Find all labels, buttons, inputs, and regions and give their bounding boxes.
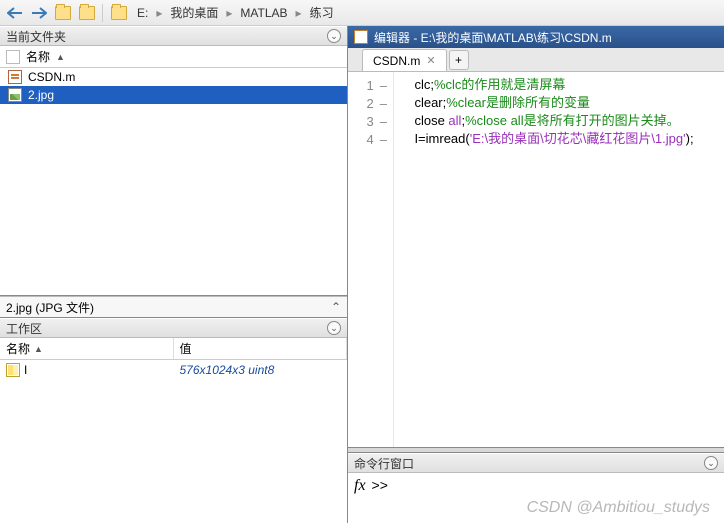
code-editor[interactable]: 1–2–3–4– clc;%clc的作用就是清屏幕 clear;%clear是删…	[348, 72, 724, 447]
right-column: 编辑器 - E:\我的桌面\MATLAB\练习\CSDN.m CSDN.m ✕ …	[348, 26, 724, 523]
crumb-item[interactable]: 练习	[306, 4, 338, 21]
tab-label: CSDN.m	[373, 54, 420, 68]
col-name-header[interactable]: 名称▲	[0, 338, 174, 359]
workspace-header[interactable]: 工作区 ⌄	[0, 318, 347, 338]
current-folder-header[interactable]: 当前文件夹 ⌄	[0, 26, 347, 46]
command-window-header[interactable]: 命令行窗口 ⌄	[348, 453, 724, 473]
fx-icon[interactable]: fx	[354, 477, 366, 495]
panel-menu-button[interactable]: ⌄	[704, 456, 718, 470]
code-body[interactable]: clc;%clc的作用就是清屏幕 clear;%clear是删除所有的变量 cl…	[394, 72, 724, 447]
file-name: CSDN.m	[28, 70, 75, 84]
folder-icon	[79, 6, 95, 20]
back-button[interactable]	[4, 3, 26, 23]
drive-icon	[111, 6, 127, 20]
workspace-panel: 工作区 ⌄ 名称▲ 值 I 576x1024x3 uint8	[0, 318, 347, 523]
command-prompt: >>	[372, 477, 388, 493]
crumb-item[interactable]: 我的桌面	[166, 4, 222, 21]
file-row-selected[interactable]: 2.jpg	[0, 86, 347, 104]
chevron-right-icon: ▸	[152, 6, 166, 20]
expand-icon[interactable]: ⌃	[331, 300, 341, 314]
image-file-icon	[8, 88, 22, 102]
current-folder-panel: 当前文件夹 ⌄ 名称 ▲ CSDN.m 2.jpg	[0, 26, 347, 296]
command-window-body[interactable]: fx >>	[348, 473, 724, 523]
blank-file-icon	[6, 50, 20, 64]
column-name-label: 名称	[26, 48, 50, 65]
file-details-text: 2.jpg (JPG 文件)	[6, 299, 94, 316]
workspace-row[interactable]: I 576x1024x3 uint8	[0, 360, 347, 380]
var-name-cell: I	[0, 360, 174, 380]
workspace-table-header[interactable]: 名称▲ 值	[0, 338, 347, 360]
var-value-cell: 576x1024x3 uint8	[174, 360, 348, 380]
editor-icon	[354, 30, 368, 44]
panel-title: 工作区	[6, 320, 42, 337]
file-list[interactable]: CSDN.m 2.jpg	[0, 68, 347, 295]
forward-button[interactable]	[28, 3, 50, 23]
editor-title-text: 编辑器 - E:\我的桌面\MATLAB\练习\CSDN.m	[374, 29, 612, 46]
col-value-header[interactable]: 值	[174, 338, 348, 359]
panel-title: 命令行窗口	[354, 455, 414, 472]
breadcrumb[interactable]: E:▸ 我的桌面▸ MATLAB▸ 练习	[133, 4, 338, 21]
command-window-panel: 命令行窗口 ⌄ fx >>	[348, 453, 724, 523]
chevron-right-icon: ▸	[292, 6, 306, 20]
open-folder-button[interactable]	[76, 3, 98, 23]
panel-menu-button[interactable]: ⌄	[327, 29, 341, 43]
folder-up-icon	[55, 6, 71, 20]
close-icon[interactable]: ✕	[426, 54, 435, 67]
panel-title: 当前文件夹	[6, 28, 66, 45]
chevron-right-icon: ▸	[222, 6, 236, 20]
sort-indicator-icon: ▲	[34, 344, 43, 354]
m-file-icon	[8, 70, 22, 84]
panel-menu-button[interactable]: ⌄	[327, 321, 341, 335]
file-details-bar[interactable]: 2.jpg (JPG 文件) ⌃	[0, 296, 347, 318]
separator	[102, 4, 103, 22]
crumb-item[interactable]: MATLAB	[236, 6, 291, 20]
file-name: 2.jpg	[28, 88, 54, 102]
line-gutter: 1–2–3–4–	[348, 72, 394, 447]
new-tab-button[interactable]: +	[449, 50, 469, 70]
crumb-item[interactable]: E:	[133, 6, 152, 20]
left-column: 当前文件夹 ⌄ 名称 ▲ CSDN.m 2.jpg 2.jpg	[0, 26, 348, 523]
editor-titlebar[interactable]: 编辑器 - E:\我的桌面\MATLAB\练习\CSDN.m	[348, 26, 724, 48]
tab-active[interactable]: CSDN.m ✕	[362, 49, 447, 71]
sort-indicator-icon: ▲	[56, 52, 65, 62]
variable-icon	[6, 363, 20, 377]
editor-tabs: CSDN.m ✕ +	[348, 48, 724, 72]
file-row[interactable]: CSDN.m	[0, 68, 347, 86]
file-list-header[interactable]: 名称 ▲	[0, 46, 347, 68]
up-folder-button[interactable]	[52, 3, 74, 23]
address-toolbar: E:▸ 我的桌面▸ MATLAB▸ 练习	[0, 0, 724, 26]
